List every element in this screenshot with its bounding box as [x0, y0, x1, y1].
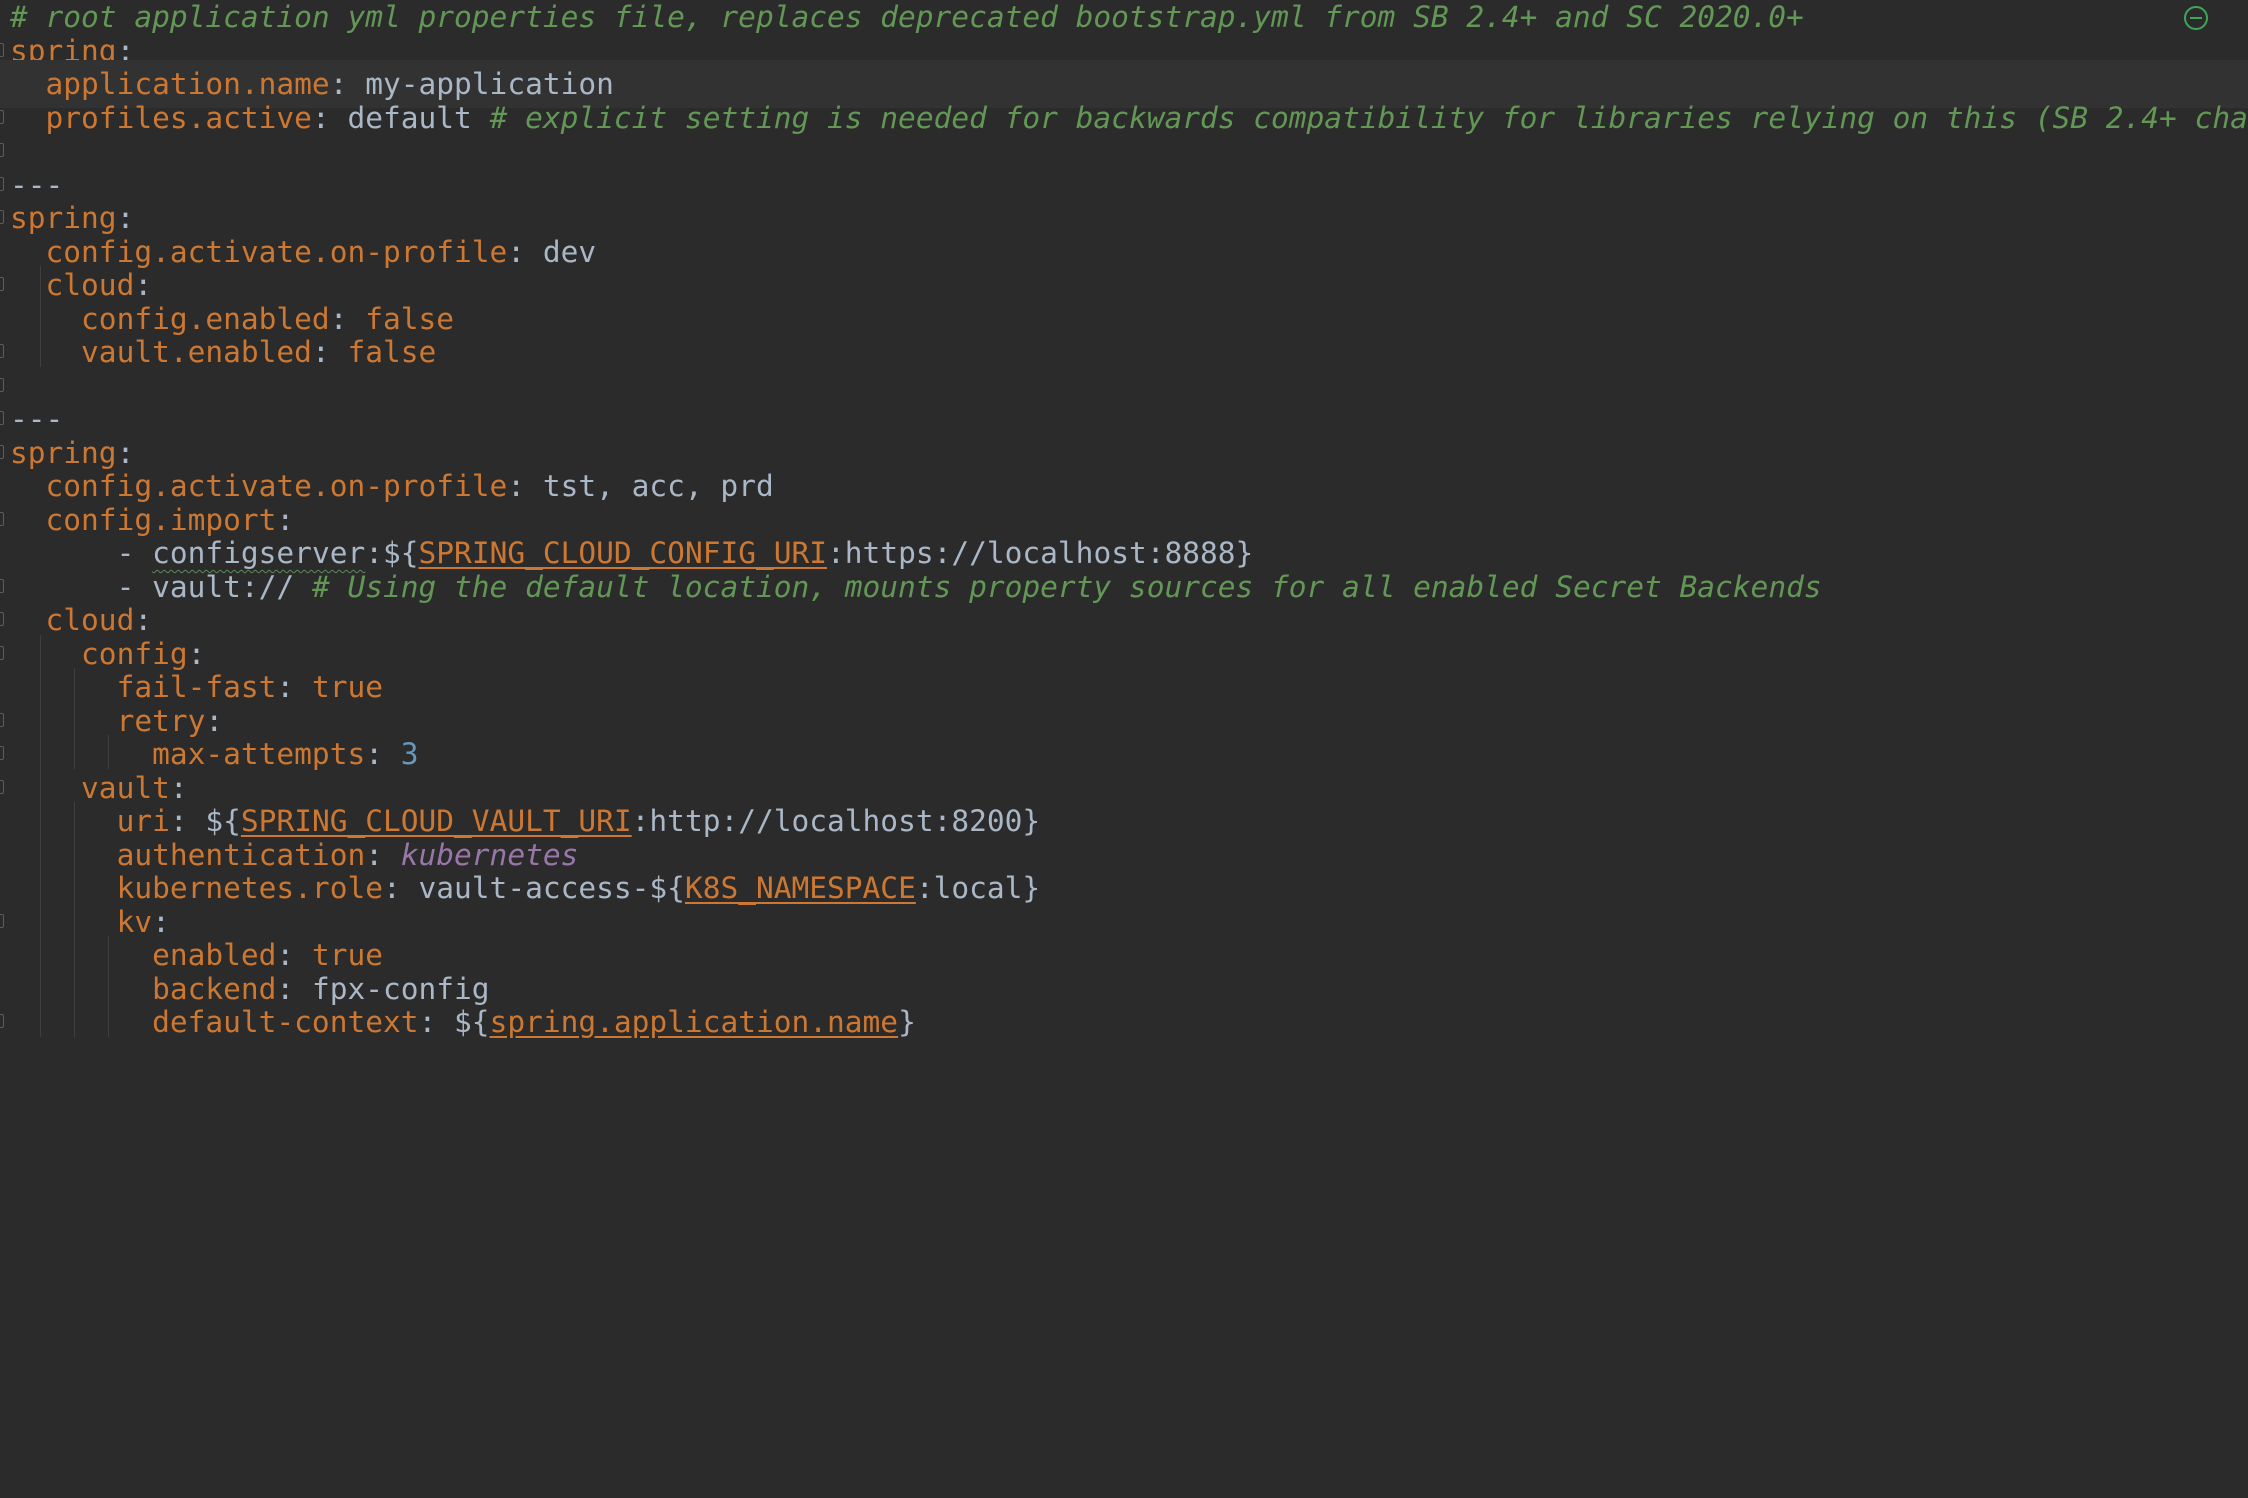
fold-marker-icon[interactable] [0, 645, 4, 660]
fold-marker-icon[interactable] [0, 411, 4, 425]
fold-marker-icon[interactable] [0, 913, 4, 928]
code-token: default-context [10, 1005, 419, 1039]
fold-marker-icon[interactable] [0, 444, 4, 459]
fold-marker-icon[interactable] [0, 779, 4, 794]
code-token: } [898, 1005, 916, 1039]
code-token: ${ [454, 1005, 490, 1039]
code-line[interactable]: default-context: ${spring.application.na… [0, 998, 2248, 1046]
indent-guide [108, 936, 109, 1037]
fold-marker-icon[interactable] [0, 578, 4, 593]
fold-marker-icon[interactable] [0, 377, 4, 392]
code-text: default-context: ${spring.application.na… [10, 998, 916, 1046]
fold-marker-icon[interactable] [0, 109, 4, 124]
fold-marker-icon[interactable] [0, 746, 4, 760]
fold-marker-icon[interactable] [0, 612, 4, 626]
fold-marker-icon[interactable] [0, 511, 4, 526]
indent-guide [40, 266, 41, 367]
indent-guide [74, 802, 75, 1037]
fold-marker-icon[interactable] [0, 712, 4, 727]
indent-guide [74, 668, 75, 769]
gutter [0, 998, 10, 1046]
code-token: : [418, 1005, 455, 1039]
inspection-ok-icon[interactable] [2184, 6, 2208, 30]
fold-marker-icon[interactable] [0, 42, 4, 57]
indent-guide [108, 735, 109, 769]
fold-marker-icon[interactable] [0, 143, 4, 157]
indent-guide [40, 634, 41, 1037]
code-editor[interactable]: # root application yml properties file, … [0, 0, 2248, 1498]
fold-marker-icon[interactable] [0, 210, 4, 224]
fold-marker-icon[interactable] [0, 344, 4, 358]
fold-marker-icon[interactable] [0, 176, 4, 191]
code-token: spring.application.name [489, 1005, 899, 1039]
fold-marker-icon[interactable] [0, 277, 4, 291]
fold-marker-icon[interactable] [0, 1014, 4, 1028]
